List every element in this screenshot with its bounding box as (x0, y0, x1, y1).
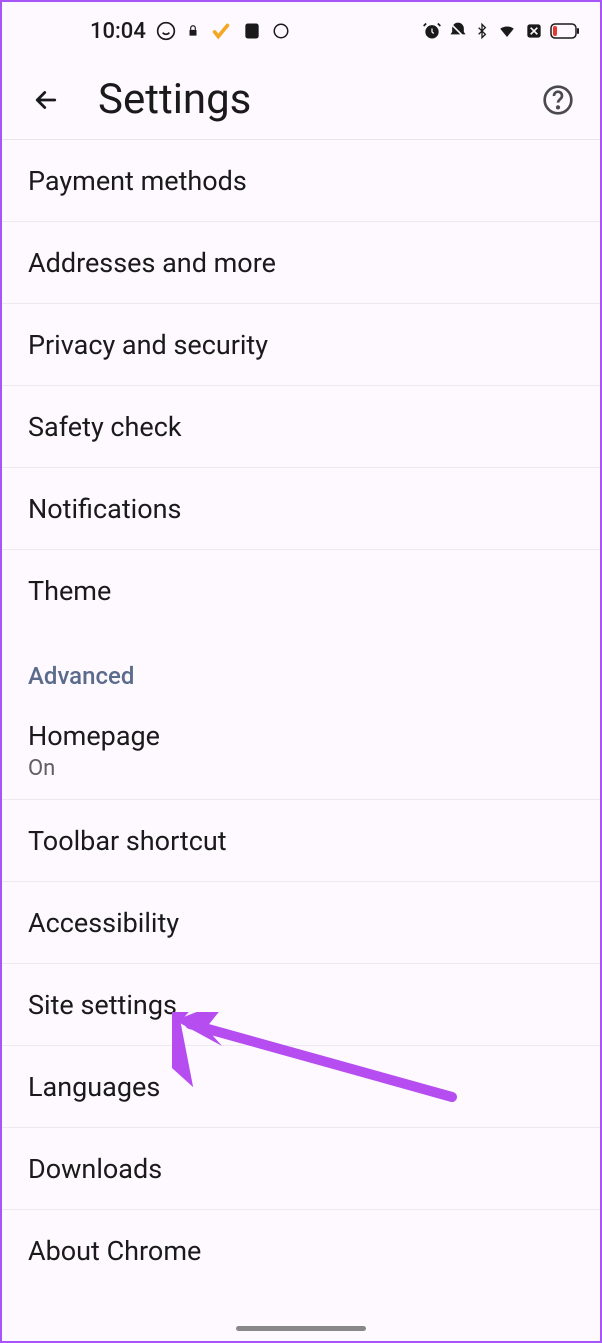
item-label: Site settings (28, 989, 574, 1021)
status-left: 10:04 (90, 19, 290, 44)
item-theme[interactable]: Theme (2, 550, 600, 632)
item-payment-methods[interactable]: Payment methods (2, 140, 600, 222)
help-circle-icon (542, 84, 574, 116)
item-label: About Chrome (28, 1235, 574, 1267)
item-notifications[interactable]: Notifications (2, 468, 600, 550)
battery-low-icon (550, 23, 580, 39)
item-about-chrome[interactable]: About Chrome (2, 1210, 600, 1292)
item-label: Toolbar shortcut (28, 825, 574, 857)
item-site-settings[interactable]: Site settings (2, 964, 600, 1046)
item-accessibility[interactable]: Accessibility (2, 882, 600, 964)
evernote-icon (242, 21, 262, 41)
section-header-advanced: Advanced (2, 632, 600, 706)
back-button[interactable] (22, 76, 70, 124)
status-time: 10:04 (90, 19, 146, 44)
app-bar: Settings (2, 60, 600, 140)
item-downloads[interactable]: Downloads (2, 1128, 600, 1210)
item-label: Privacy and security (28, 329, 574, 361)
item-label: Languages (28, 1071, 574, 1103)
item-languages[interactable]: Languages (2, 1046, 600, 1128)
item-label: Safety check (28, 411, 574, 443)
alarm-icon (422, 21, 442, 41)
app-icon (272, 22, 290, 40)
wifi-icon (496, 22, 518, 40)
lock-icon (186, 24, 200, 38)
page-title: Settings (98, 75, 536, 124)
status-bar: 10:04 (2, 2, 600, 60)
settings-list: Payment methods Addresses and more Priva… (2, 140, 600, 1292)
item-label: Accessibility (28, 907, 574, 939)
item-subtitle: On (28, 756, 574, 781)
item-homepage[interactable]: Homepage On (2, 706, 600, 800)
check-icon (210, 20, 232, 42)
item-label: Downloads (28, 1153, 574, 1185)
item-privacy-security[interactable]: Privacy and security (2, 304, 600, 386)
dnd-icon (448, 21, 468, 41)
item-label: Notifications (28, 493, 574, 525)
item-label: Homepage (28, 720, 574, 752)
whatsapp-icon (156, 21, 176, 41)
item-safety-check[interactable]: Safety check (2, 386, 600, 468)
bluetooth-icon (474, 21, 490, 41)
arrow-left-icon (31, 85, 61, 115)
no-sim-icon (524, 21, 544, 41)
status-right (422, 21, 580, 41)
item-addresses[interactable]: Addresses and more (2, 222, 600, 304)
item-label: Theme (28, 575, 574, 607)
item-label: Payment methods (28, 165, 574, 197)
item-toolbar-shortcut[interactable]: Toolbar shortcut (2, 800, 600, 882)
item-label: Addresses and more (28, 247, 574, 279)
nav-handle[interactable] (236, 1326, 366, 1331)
help-button[interactable] (536, 78, 580, 122)
